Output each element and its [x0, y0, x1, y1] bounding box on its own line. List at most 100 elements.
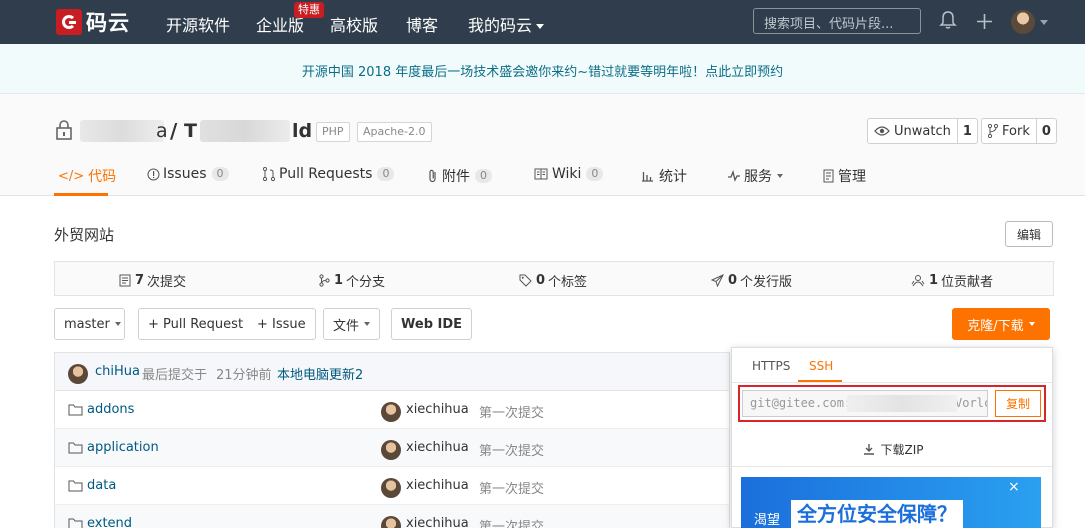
watch-label-wrap: Unwatch — [868, 119, 958, 143]
stat-branches[interactable]: 1 个分支 — [319, 271, 385, 290]
fork-count[interactable]: 0 — [1037, 119, 1056, 143]
stat-value: 0 — [728, 273, 738, 288]
file-row[interactable]: application xiechihua 第一次提交 — [55, 429, 729, 467]
file-name[interactable]: data — [87, 478, 116, 493]
pr-count: 0 — [377, 167, 395, 181]
tab-issues[interactable]: Issues 0 — [147, 166, 229, 182]
file-name[interactable]: application — [87, 440, 159, 455]
repo-name-redacted — [200, 120, 290, 142]
chevron-down-icon — [536, 24, 545, 29]
commit-text: 最后提交于 — [142, 368, 208, 383]
ad-banner[interactable]: 渴望 全方位安全保障？ × — [741, 477, 1041, 528]
tab-pull-requests[interactable]: Pull Requests 0 — [263, 166, 395, 182]
new-issue-button[interactable]: + Issue — [248, 308, 316, 340]
announcement-banner: 开源中国 2018 年度最后一场技术盛会邀你来约~错过就要等明年啦！点此立即预约 — [0, 44, 1085, 94]
ad-small-text: 渴望 — [754, 513, 781, 528]
avatar[interactable] — [381, 516, 401, 528]
users-icon — [911, 275, 925, 287]
file-commit-user[interactable]: xiechihua — [406, 478, 469, 493]
language-tag[interactable]: PHP — [316, 122, 350, 142]
tab-attachments[interactable]: 附件 0 — [428, 166, 492, 186]
code-icon: </> — [58, 168, 85, 184]
tab-code[interactable]: </> 代码 — [58, 166, 116, 186]
tab-statistics[interactable]: 统计 — [641, 166, 687, 186]
file-commit-message[interactable]: 第一次提交 — [479, 516, 544, 528]
file-commit-message[interactable]: 第一次提交 — [479, 478, 544, 497]
file-commit-message[interactable]: 第一次提交 — [479, 402, 544, 421]
watch-label: Unwatch — [894, 123, 951, 139]
download-zip-link[interactable]: 下载ZIP — [732, 441, 1054, 458]
commit-time: 21分钟前 — [216, 368, 272, 383]
search-input[interactable]: 搜索项目、代码片段... — [753, 8, 921, 34]
license-tag[interactable]: Apache-2.0 — [357, 122, 432, 142]
ad-headline: 全方位安全保障？ — [791, 500, 963, 528]
nav-blog[interactable]: 博客 — [406, 12, 438, 36]
chevron-down-icon — [364, 322, 371, 326]
nav-open-source[interactable]: 开源软件 — [166, 12, 230, 36]
file-commit-user[interactable]: xiechihua — [406, 440, 469, 455]
new-pull-request-button[interactable]: + Pull Request — [138, 308, 254, 340]
file-name[interactable]: extend — [87, 516, 132, 528]
owner-name-end[interactable]: a — [156, 120, 168, 142]
file-row[interactable]: data xiechihua 第一次提交 — [55, 467, 729, 505]
watch-count[interactable]: 1 — [958, 119, 977, 143]
watch-button[interactable]: Unwatch 1 — [867, 118, 978, 144]
avatar[interactable] — [381, 478, 401, 498]
chevron-down-icon — [777, 174, 783, 178]
fork-button[interactable]: Fork 0 — [981, 118, 1057, 144]
commit-author[interactable]: chiHua — [95, 364, 140, 379]
commit-doc-icon — [119, 274, 131, 287]
plus-icon[interactable] — [976, 13, 993, 30]
file-row[interactable]: extend xiechihua 第一次提交 — [55, 505, 729, 528]
eye-icon — [874, 126, 890, 136]
tab-ssh[interactable]: SSH — [809, 359, 833, 373]
tab-manage[interactable]: 管理 — [823, 166, 866, 186]
file-row[interactable]: addons xiechihua 第一次提交 — [55, 391, 729, 429]
issue-icon — [147, 168, 160, 180]
avatar[interactable] — [381, 402, 401, 422]
tab-services[interactable]: 服务 — [727, 166, 783, 186]
stat-releases[interactable]: 0 个发行版 — [711, 271, 792, 290]
folder-icon — [68, 404, 83, 416]
divider — [732, 466, 1054, 467]
close-icon[interactable]: × — [1008, 479, 1020, 495]
tab-https[interactable]: HTTPS — [752, 359, 790, 373]
stat-label: 位贡献者 — [941, 275, 994, 290]
bell-icon[interactable] — [939, 10, 957, 30]
user-avatar[interactable] — [1011, 10, 1035, 34]
commit-message[interactable]: 本地电脑更新2 — [277, 364, 363, 383]
repo-name-end[interactable]: ld — [292, 120, 312, 142]
zip-label: 下载ZIP — [880, 443, 924, 457]
branch-label: master — [64, 316, 110, 332]
file-commit-message[interactable]: 第一次提交 — [479, 440, 544, 459]
tab-wiki[interactable]: Wiki 0 — [534, 166, 604, 182]
stat-commits[interactable]: 7 次提交 — [119, 271, 186, 290]
fork-label-wrap: Fork — [982, 119, 1037, 143]
file-name[interactable]: addons — [87, 402, 134, 417]
web-ide-button[interactable]: Web IDE — [391, 308, 473, 340]
banner-link[interactable]: 开源中国 2018 年度最后一场技术盛会邀你来约~错过就要等明年啦！点此立即预约 — [0, 61, 1085, 80]
fork-icon — [988, 124, 998, 138]
stat-contributors[interactable]: 1 位贡献者 — [911, 271, 993, 290]
nav-university[interactable]: 高校版 — [330, 12, 378, 36]
edit-description-button[interactable]: 编辑 — [1005, 221, 1053, 247]
branch-select[interactable]: master — [54, 308, 125, 340]
stat-value: 1 — [334, 273, 344, 288]
file-commit-user[interactable]: xiechihua — [406, 516, 469, 528]
brand-logo[interactable]: 码云 — [56, 8, 130, 36]
stat-value: 7 — [135, 273, 145, 288]
clone-download-button[interactable]: 克隆/下载 — [952, 308, 1050, 340]
file-menu-button[interactable]: 文件 — [323, 308, 381, 340]
avatar[interactable] — [381, 440, 401, 460]
send-icon — [711, 274, 724, 287]
chevron-down-icon[interactable] — [1040, 20, 1048, 25]
brand-name: 码云 — [86, 11, 130, 35]
repo-name-start[interactable]: T — [184, 120, 197, 142]
file-menu-label: 文件 — [333, 318, 360, 334]
avatar[interactable] — [68, 364, 88, 384]
copy-button[interactable]: 复制 — [995, 390, 1041, 417]
nav-my-gitee[interactable]: 我的码云 — [468, 12, 545, 36]
file-commit-user[interactable]: xiechihua — [406, 402, 469, 417]
stat-tags[interactable]: 0 个标签 — [519, 271, 587, 290]
paperclip-icon — [429, 169, 436, 183]
